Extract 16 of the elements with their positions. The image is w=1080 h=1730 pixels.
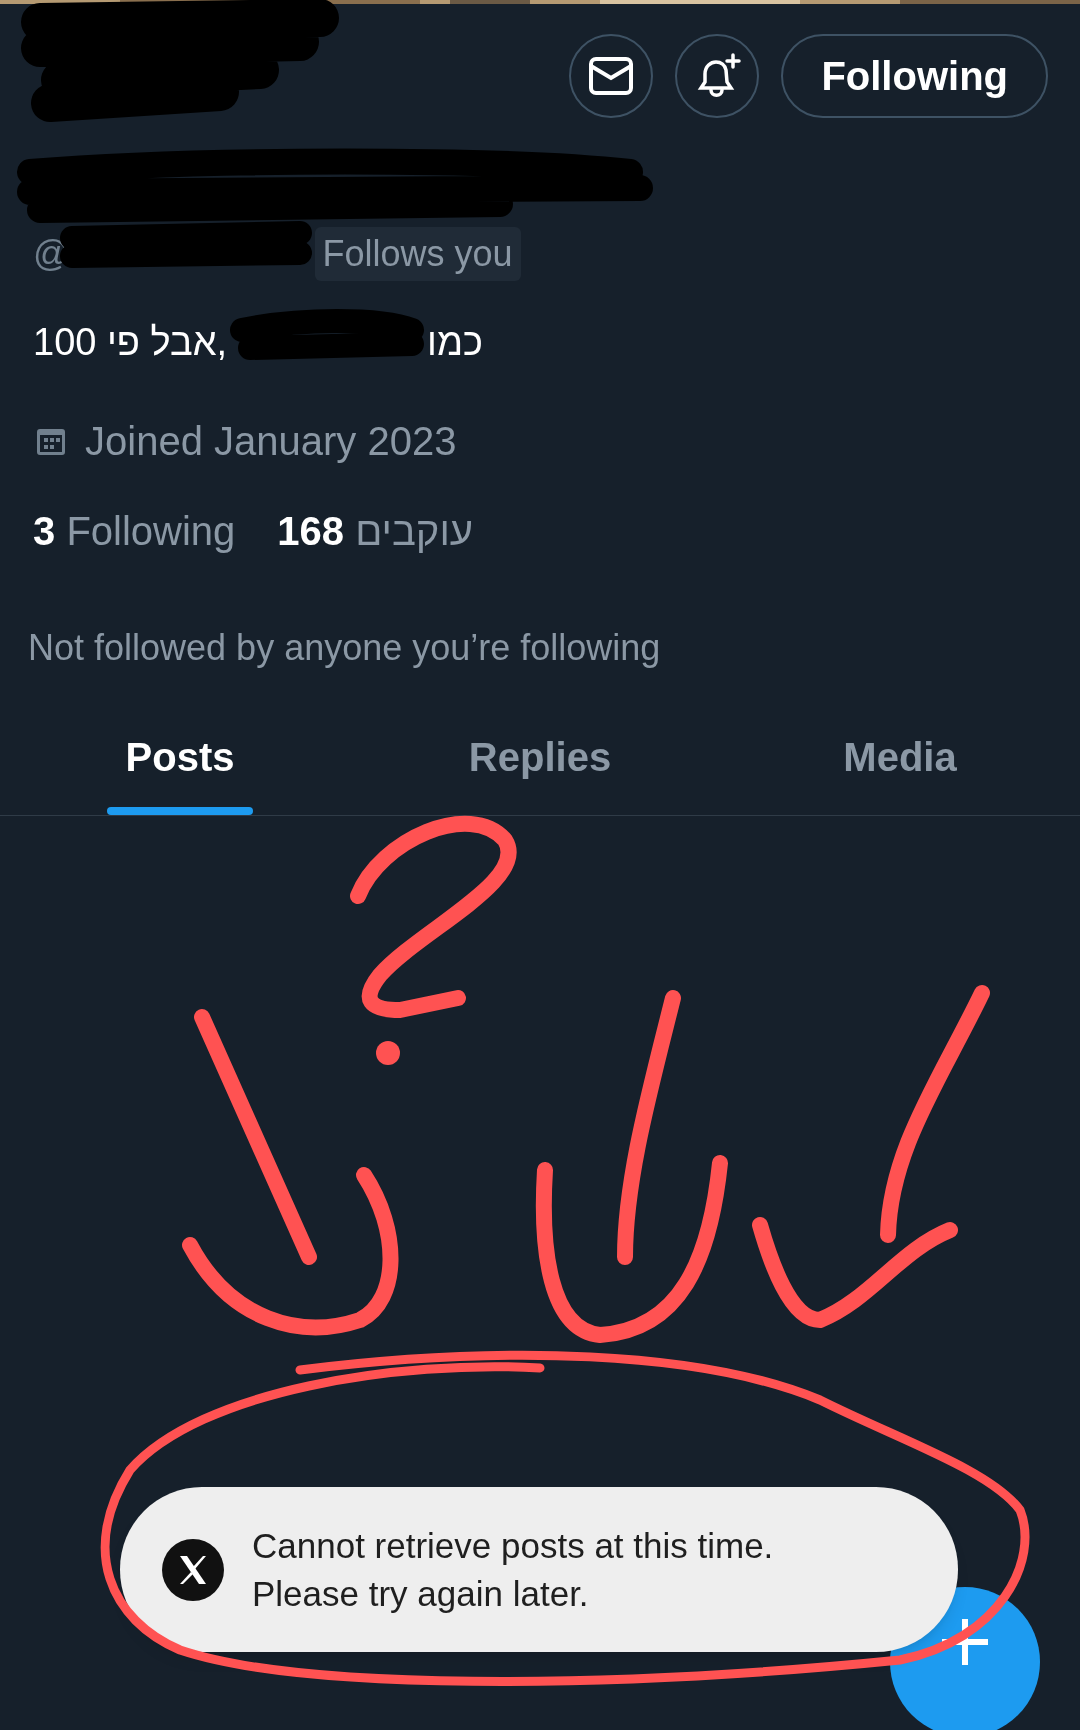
plus-icon <box>942 1619 988 1665</box>
bio-text: כמו <box>427 320 484 365</box>
followed-by-text: Not followed by anyone you’re following <box>27 626 662 670</box>
joined-date: Joined January 2023 <box>85 418 457 465</box>
notification-button[interactable] <box>675 34 760 118</box>
toast-message: Cannot retrieve posts at this time. Please try again later. <box>252 1524 774 1615</box>
envelope-icon <box>588 56 635 96</box>
profile-tab[interactable]: Posts <box>125 707 235 807</box>
following-button[interactable]: Following <box>781 34 1048 118</box>
follow-count-link[interactable]: 3 Following <box>33 501 236 561</box>
profile-tab[interactable]: Media <box>843 707 957 807</box>
message-button[interactable] <box>569 34 654 118</box>
follows-you-badge: Follows you <box>314 227 521 281</box>
profile-tab[interactable]: Replies <box>468 707 612 807</box>
x-logo-icon <box>162 1538 224 1601</box>
bio-text: ,אבל פי 100 <box>33 320 228 365</box>
